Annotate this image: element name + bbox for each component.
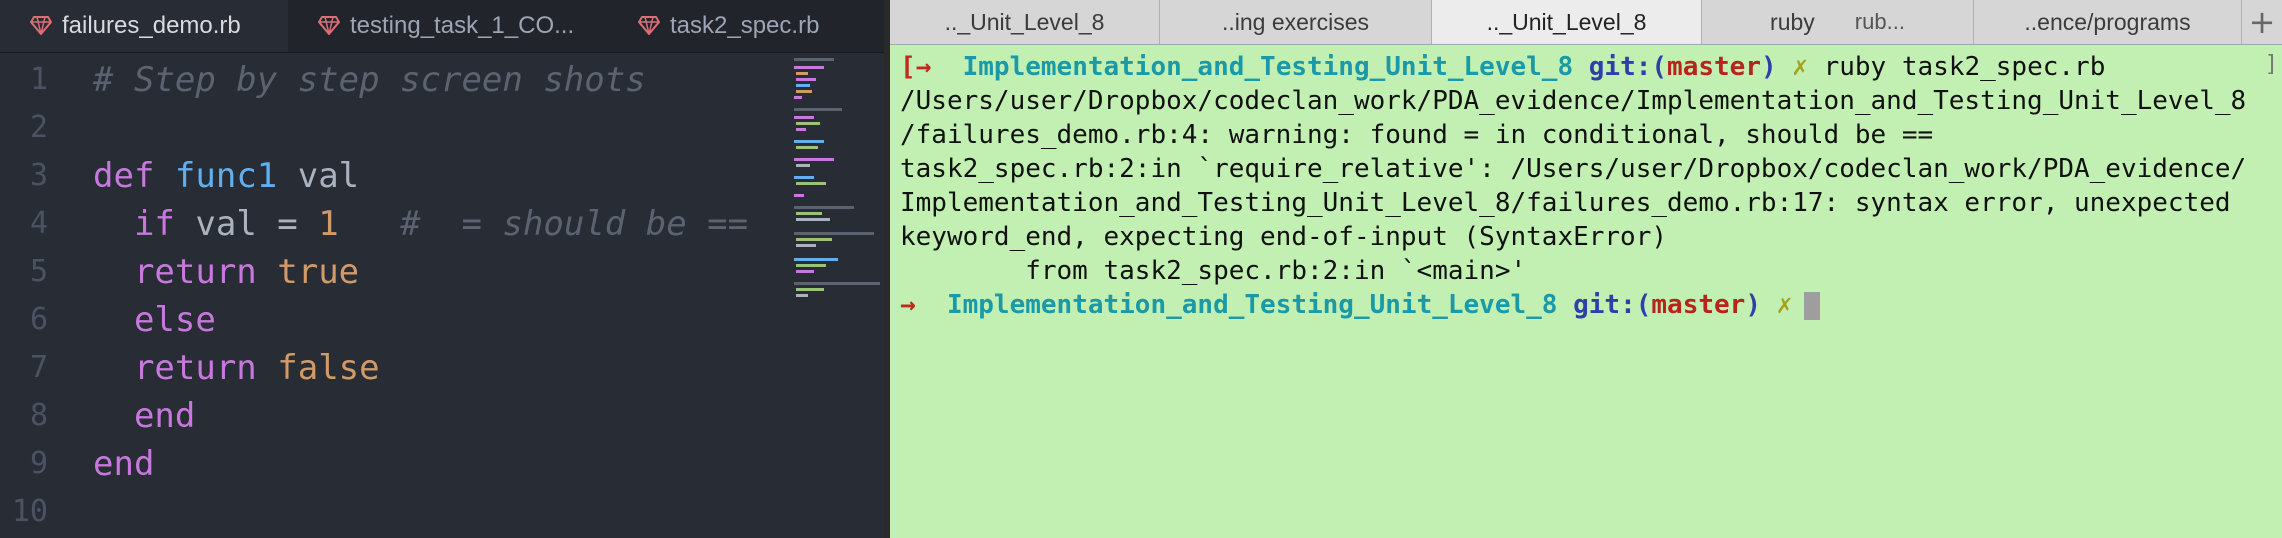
editor-tab-failures-demo[interactable]: failures_demo.rb bbox=[0, 0, 288, 52]
editor-tab-testing-task[interactable]: testing_task_1_CO... bbox=[288, 0, 602, 52]
output-line: /Users/user/Dropbox/codeclan_work/PDA_ev… bbox=[900, 86, 2247, 116]
line-number: 8 bbox=[29, 398, 48, 433]
prompt-git-label: git:( bbox=[1588, 52, 1668, 82]
line-number: 7 bbox=[29, 350, 48, 385]
output-line: task2_spec.rb:2:in `require_relative': /… bbox=[900, 154, 2247, 184]
line-number: 10 bbox=[11, 494, 48, 529]
prompt-directory: Implementation_and_Testing_Unit_Level_8 bbox=[962, 52, 1574, 82]
line-number: 9 bbox=[29, 446, 48, 481]
line-number: 3 bbox=[29, 158, 48, 193]
boolean-literal: true bbox=[277, 252, 360, 292]
keyword-else: else bbox=[133, 300, 216, 340]
terminal-tab-sublabel: rub... bbox=[1854, 9, 1905, 34]
terminal-tab-label: .._Unit_Level_8 bbox=[1486, 8, 1647, 35]
terminal-tab-4[interactable]: ruby rub... bbox=[1702, 0, 1974, 44]
ruby-gem-icon bbox=[638, 15, 662, 37]
output-line: keyword_end, expecting end-of-input (Syn… bbox=[900, 222, 1668, 252]
code-line-8: end bbox=[93, 392, 793, 440]
prompt-branch: master bbox=[1651, 290, 1746, 320]
prompt-directory: Implementation_and_Testing_Unit_Level_8 bbox=[946, 290, 1558, 320]
keyword-return: return bbox=[133, 252, 257, 292]
line-number: 2 bbox=[29, 110, 48, 145]
output-line: Implementation_and_Testing_Unit_Level_8/… bbox=[900, 188, 2231, 218]
number-literal: 1 bbox=[318, 204, 339, 244]
code-line-5: return true bbox=[93, 248, 793, 296]
prompt-line: → Implementation_and_Testing_Unit_Level_… bbox=[900, 288, 2270, 322]
code-line-7: return false bbox=[93, 344, 793, 392]
terminal-tab-label: ruby bbox=[1770, 8, 1815, 35]
terminal-tab-1[interactable]: .._Unit_Level_8 bbox=[890, 0, 1160, 44]
line-number-gutter: 1 2 3 4 5 6 7 8 9 10 bbox=[0, 56, 70, 536]
terminal-tab-3[interactable]: .._Unit_Level_8 bbox=[1432, 0, 1702, 44]
dirty-status-icon: ✗ bbox=[1776, 290, 1793, 320]
keyword-if: if bbox=[133, 204, 175, 244]
prompt-open-bracket: [ bbox=[900, 52, 916, 82]
line-number: 4 bbox=[29, 206, 48, 241]
code-line-1: # Step by step screen shots bbox=[93, 56, 793, 104]
command-text: ruby task2_spec.rb bbox=[1823, 52, 2106, 82]
code-line-9: end bbox=[93, 440, 793, 488]
editor-tab-label: failures_demo.rb bbox=[62, 12, 241, 39]
prompt-line: [→ Implementation_and_Testing_Unit_Level… bbox=[900, 50, 2270, 84]
editor-tab-label: testing_task_1_CO... bbox=[350, 12, 575, 39]
keyword-def: def bbox=[93, 156, 155, 196]
prompt-arrow-icon: → bbox=[900, 290, 916, 320]
prompt-close-paren: ) bbox=[1760, 52, 1777, 82]
editor-tab-label: task2_spec.rb bbox=[670, 12, 820, 39]
terminal-tab-2[interactable]: ..ing exercises bbox=[1160, 0, 1432, 44]
text-cursor bbox=[1804, 291, 1821, 320]
prompt-branch: master bbox=[1667, 52, 1761, 82]
terminal-tab-label: ..ing exercises bbox=[1221, 8, 1369, 35]
code-line-4: if val = 1 # = should be == bbox=[93, 200, 793, 248]
code-comment: # Step by step screen shots bbox=[93, 60, 646, 100]
terminal-output[interactable]: [→ Implementation_and_Testing_Unit_Level… bbox=[900, 50, 2270, 322]
terminal-tab-bar: .._Unit_Level_8 ..ing exercises .._Unit_… bbox=[890, 0, 2282, 45]
code-line-6: else bbox=[93, 296, 793, 344]
minimap[interactable] bbox=[792, 56, 884, 396]
output-line: from task2_spec.rb:2:in `<main>' bbox=[900, 256, 1527, 286]
terminal-tab-5[interactable]: ..ence/programs bbox=[1974, 0, 2242, 44]
prompt-arrow-icon: → bbox=[915, 52, 932, 82]
line-number: 1 bbox=[29, 62, 48, 97]
code-editor-pane: failures_demo.rb testing_task_1_CO... ta… bbox=[0, 0, 884, 538]
dirty-status-icon: ✗ bbox=[1792, 52, 1808, 82]
keyword-end: end bbox=[133, 396, 196, 436]
code-comment: # = should be == bbox=[400, 204, 749, 244]
prompt-right-bracket: ] bbox=[2264, 52, 2278, 77]
new-tab-button[interactable]: + bbox=[2242, 0, 2282, 44]
line-number: 6 bbox=[29, 302, 48, 337]
code-line-3: def func1 val bbox=[93, 152, 793, 200]
if-condition: val = bbox=[174, 204, 319, 244]
function-arg: val bbox=[277, 156, 360, 196]
prompt-close-paren: ) bbox=[1745, 290, 1761, 320]
terminal-tab-label: .._Unit_Level_8 bbox=[944, 8, 1105, 35]
ruby-gem-icon bbox=[30, 15, 54, 37]
editor-tab-bar: failures_demo.rb testing_task_1_CO... ta… bbox=[0, 0, 884, 53]
line-number: 5 bbox=[29, 254, 48, 289]
keyword-return: return bbox=[133, 348, 257, 388]
prompt-git-label: git:( bbox=[1573, 290, 1652, 320]
function-name: func1 bbox=[174, 156, 278, 196]
code-area[interactable]: # Step by step screen shots def func1 va… bbox=[93, 56, 793, 536]
ruby-gem-icon bbox=[318, 15, 342, 37]
terminal-tab-label: ..ence/programs bbox=[2024, 8, 2191, 35]
editor-tab-task2-spec[interactable]: task2_spec.rb bbox=[608, 0, 884, 52]
keyword-end: end bbox=[93, 444, 155, 484]
output-line: /failures_demo.rb:4: warning: found = in… bbox=[900, 120, 1934, 150]
terminal-pane[interactable]: .._Unit_Level_8 ..ing exercises .._Unit_… bbox=[890, 0, 2282, 538]
boolean-literal: false bbox=[277, 348, 380, 388]
